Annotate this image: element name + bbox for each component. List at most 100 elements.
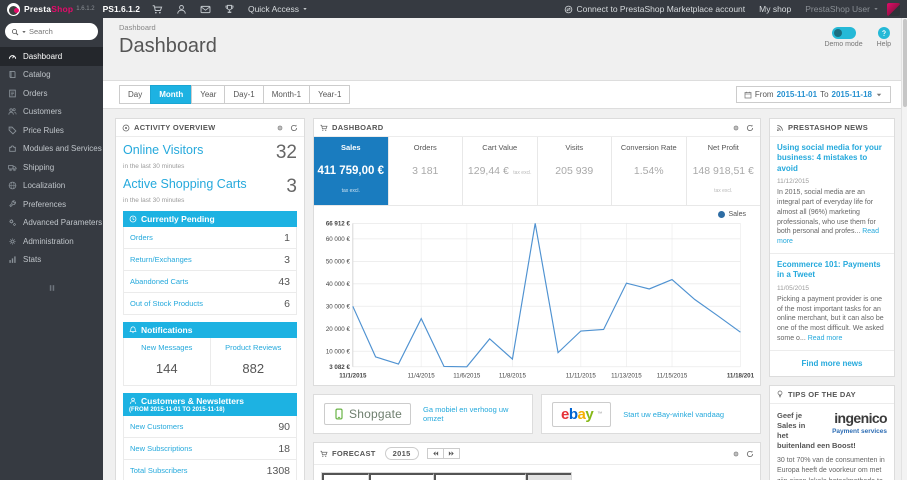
sidebar: Dashboard Catalog Orders Customers Price… (0, 18, 103, 480)
forecast-next-button[interactable] (443, 448, 460, 459)
sidebar-item[interactable]: Catalog (0, 66, 103, 85)
ebay-logo: ebay ™ (552, 401, 612, 427)
sidebar-item-label: Stats (23, 255, 42, 265)
sidebar-collapse-button[interactable] (42, 283, 62, 293)
gear-icon[interactable] (732, 450, 740, 458)
collapse-icon (47, 283, 57, 293)
module-ads-row: Shopgate Ga mobiel en verhoog uw omzet e… (313, 394, 761, 434)
scrollbar[interactable] (901, 18, 907, 480)
sidebar-item[interactable]: Orders (0, 84, 103, 103)
pending-row[interactable]: Abandoned Carts 43 (124, 271, 296, 293)
scrollbar-thumb[interactable] (903, 19, 907, 107)
forecast-year-pill[interactable]: 2015 (384, 447, 419, 460)
customers-row[interactable]: New Customers 90 (124, 416, 296, 438)
sidebar-item[interactable]: Price Rules (0, 121, 103, 140)
news-panel: PRESTASHOP NEWS Using social media for y… (769, 118, 895, 377)
date-range-button[interactable]: Month (150, 85, 192, 104)
forecast-prev-button[interactable] (426, 448, 444, 459)
sidebar-item[interactable]: Localization (0, 177, 103, 196)
sidebar-item[interactable]: Dashboard (0, 47, 103, 66)
customers-quick-icon[interactable] (176, 4, 187, 15)
customers-row[interactable]: New Subscriptions 18 (124, 438, 296, 460)
forecast-tab[interactable]: Traffic (322, 473, 370, 480)
find-more-news-link[interactable]: Find more news (770, 351, 894, 376)
sidebar-search[interactable] (5, 23, 98, 40)
from-label: From (754, 90, 774, 99)
read-more-link[interactable]: Read more (808, 335, 843, 342)
ingenico-logo: ingenico Payment services (821, 411, 888, 437)
refresh-icon[interactable] (746, 450, 754, 458)
customers-row-label: New Customers (130, 422, 184, 431)
online-visitors-metric[interactable]: Online Visitors 32 (123, 143, 297, 162)
ebay-link[interactable]: Start uw eBay-winkel vandaag (623, 410, 724, 419)
chevron-down-icon (21, 29, 27, 35)
gear-icon[interactable] (276, 124, 284, 132)
kpi-tile[interactable]: Visits 205 939 (538, 137, 612, 205)
date-range-button[interactable]: Year-1 (309, 85, 351, 104)
date-range-button[interactable]: Day-1 (224, 85, 263, 104)
date-range-button[interactable]: Year (191, 85, 225, 104)
user-avatar[interactable] (887, 2, 900, 16)
notification-column[interactable]: New Messages 144 (124, 338, 211, 385)
notification-column[interactable]: Product Reviews 882 (211, 338, 297, 385)
marketplace-link[interactable]: Connect to PrestaShop Marketplace accoun… (564, 4, 745, 14)
kpi-label: Visits (565, 143, 584, 152)
sidebar-item[interactable]: Shipping (0, 158, 103, 177)
marketplace-label: Connect to PrestaShop Marketplace accoun… (576, 4, 746, 14)
sidebar-item[interactable]: Stats (0, 251, 103, 270)
shopgate-logo: Shopgate (324, 403, 411, 425)
quick-access-menu[interactable]: Quick Access (248, 4, 308, 14)
customers-row-value: 90 (278, 420, 290, 433)
sidebar-item[interactable]: Administration (0, 232, 103, 251)
bell-icon (129, 326, 137, 334)
sidebar-item[interactable]: Preferences (0, 195, 103, 214)
my-shop-link[interactable]: My shop (759, 4, 791, 14)
kpi-tile[interactable]: Sales 411 759,00 € tax excl. (314, 137, 389, 205)
article-title[interactable]: Ecommerce 101: Payments in a Tweet (777, 260, 887, 281)
date-range-button[interactable]: Day (119, 85, 151, 104)
tips-panel: TIPS OF THE DAY ingenico Payment service… (769, 384, 895, 480)
sidebar-item[interactable]: Advanced Parameters (0, 214, 103, 233)
shopgate-link[interactable]: Ga mobiel en verhoog uw omzet (423, 405, 522, 423)
svg-text:50 000 €: 50 000 € (326, 258, 351, 265)
active-carts-metric[interactable]: Active Shopping Carts 3 (123, 177, 297, 196)
date-range-button[interactable]: Month-1 (262, 85, 310, 104)
article-title[interactable]: Using social media for your business: 4 … (777, 143, 887, 174)
demo-mode-control: Demo mode (824, 27, 863, 48)
kpi-tile[interactable]: Orders 3 181 (389, 137, 463, 205)
cart-icon[interactable] (152, 4, 163, 15)
pending-row[interactable]: Return/Exchanges 3 (124, 249, 296, 271)
forecast-tab[interactable]: Average Cart Value (434, 473, 527, 480)
chart-legend[interactable]: Sales (718, 211, 746, 218)
user-menu[interactable]: PrestaShop User (805, 2, 900, 16)
sidebar-item[interactable]: Modules and Services (0, 140, 103, 159)
demo-mode-toggle[interactable] (831, 27, 856, 39)
forecast-tab[interactable]: Conversion (369, 473, 435, 480)
help-button[interactable] (877, 27, 890, 39)
refresh-icon[interactable] (290, 124, 298, 132)
sidebar-item[interactable]: Customers (0, 103, 103, 122)
svg-text:11/18/201: 11/18/201 (727, 372, 754, 379)
sidebar-item-label: Preferences (23, 199, 67, 209)
kpi-tile[interactable]: Cart Value 129,44 € tax excl. (463, 137, 538, 205)
trophy-icon[interactable] (224, 4, 235, 15)
pending-row[interactable]: Out of Stock Products 6 (124, 293, 296, 314)
sidebar-item-icon (8, 126, 17, 135)
to-label: To (820, 90, 829, 99)
customers-row[interactable]: Total Subscribers 1308 (124, 460, 296, 480)
forecast-tab[interactable]: Sales (526, 473, 571, 480)
date-picker-button[interactable]: From 2015-11-01 To 2015-11-18 (735, 86, 891, 103)
svg-text:40 000 €: 40 000 € (326, 281, 351, 288)
kpi-tile[interactable]: Conversion Rate 1.54% (612, 137, 687, 205)
pending-row-label: Return/Exchanges (130, 255, 192, 264)
search-input[interactable] (29, 27, 81, 36)
kpi-tile[interactable]: Net Profit 148 918,51 € tax excl. (687, 137, 761, 205)
pending-row[interactable]: Orders 1 (124, 227, 296, 249)
notification-value: 882 (242, 361, 265, 376)
search-icon (11, 28, 19, 36)
my-shop-label: My shop (759, 4, 792, 14)
breadcrumb: Dashboard (119, 23, 156, 32)
refresh-icon[interactable] (746, 124, 754, 132)
messages-icon[interactable] (200, 4, 211, 15)
gear-icon[interactable] (732, 124, 740, 132)
